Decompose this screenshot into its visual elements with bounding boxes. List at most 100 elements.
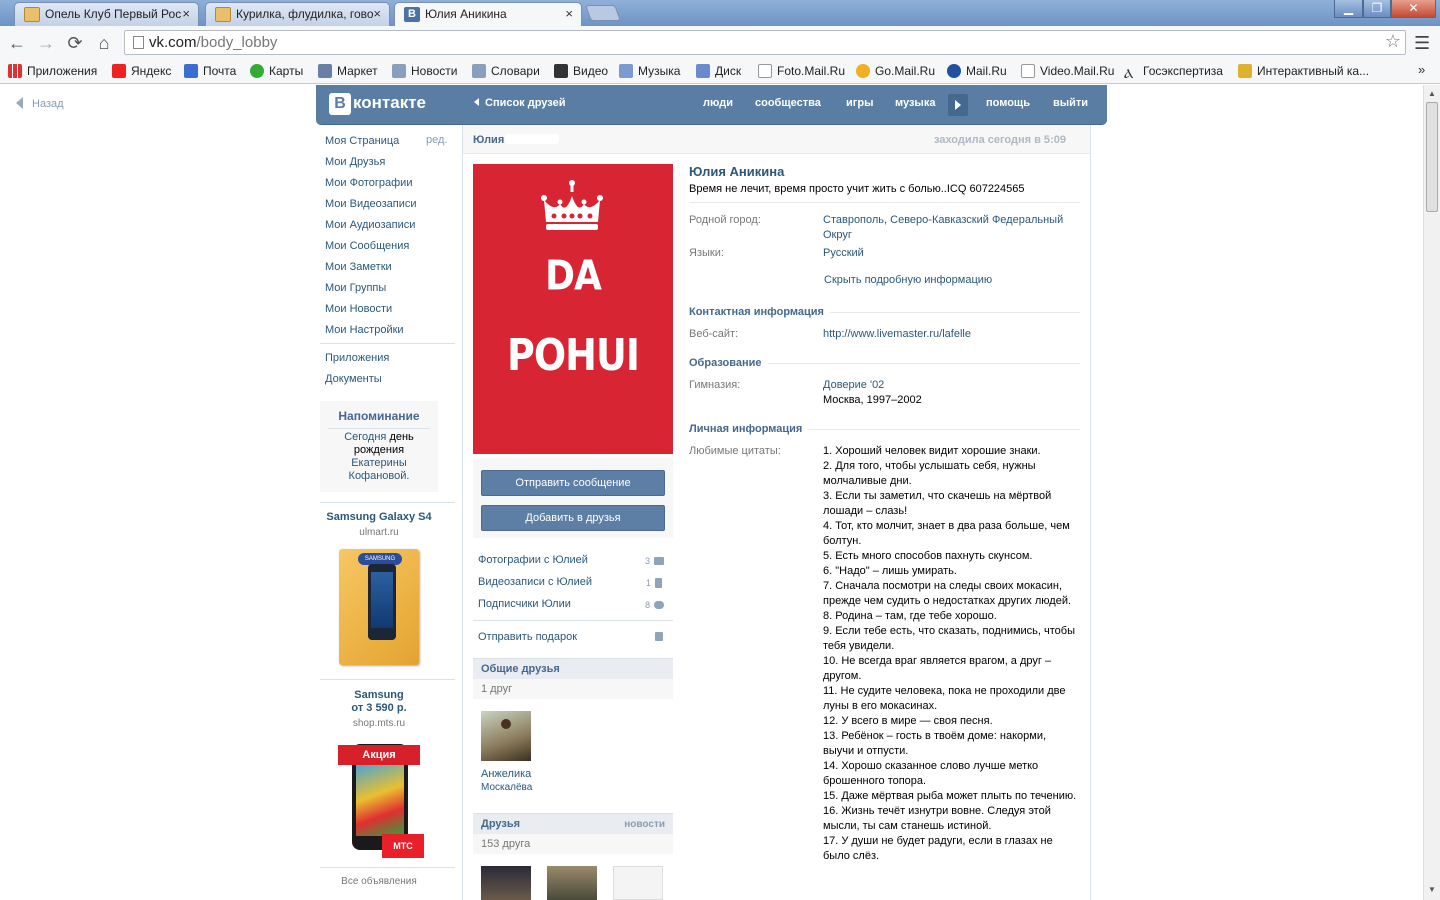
sidebar-item-groups[interactable]: Мои Группы bbox=[325, 282, 386, 294]
page-scrollbar[interactable]: ▲ ▼ bbox=[1423, 85, 1440, 900]
nav-games[interactable]: игры bbox=[846, 97, 873, 109]
nav-music[interactable]: музыка bbox=[895, 97, 935, 109]
back-link[interactable]: Назад bbox=[16, 97, 64, 110]
browser-menu-icon[interactable]: ☰ bbox=[1414, 33, 1430, 54]
videos-with-link[interactable]: Видеозаписи с Юлией bbox=[478, 576, 592, 588]
bookmark-apps[interactable]: Приложения bbox=[8, 62, 97, 80]
bookmark-go-mail[interactable]: Go.Mail.Ru bbox=[856, 62, 935, 80]
maximize-button[interactable]: ❐ bbox=[1363, 0, 1391, 18]
friend-thumbnail[interactable] bbox=[613, 866, 663, 900]
back-label: Назад bbox=[32, 98, 64, 110]
reload-icon[interactable]: ⟳ bbox=[64, 32, 86, 54]
bookmark-video-mail[interactable]: Video.Mail.Ru bbox=[1021, 62, 1114, 80]
sidebar-item-apps[interactable]: Приложения bbox=[325, 352, 389, 364]
sidebar-item-news[interactable]: Мои Новости bbox=[325, 303, 392, 315]
tab-kurilka[interactable]: Курилка, флудилка, гово × bbox=[205, 2, 390, 26]
edit-link[interactable]: ред. bbox=[426, 134, 447, 146]
bookmark-interaktivny[interactable]: Интерактивный ка... bbox=[1238, 62, 1369, 80]
sidebar-item-messages[interactable]: Мои Сообщения bbox=[325, 240, 409, 252]
bookmark-gosekspertiza[interactable]: Ⲁ Госэкспертиза bbox=[1124, 62, 1223, 81]
home-icon[interactable]: ⌂ bbox=[93, 32, 115, 54]
nav-communities[interactable]: сообщества bbox=[755, 97, 821, 109]
profile-status[interactable]: Время не лечит, время просто учит жить с… bbox=[689, 183, 1025, 195]
nav-logout[interactable]: выйти bbox=[1053, 97, 1088, 109]
sidebar-item-settings[interactable]: Мои Настройки bbox=[325, 324, 404, 336]
scroll-down-icon[interactable]: ▼ bbox=[1428, 885, 1436, 894]
photos-with-link[interactable]: Фотографии с Юлией bbox=[478, 554, 588, 566]
quote-item: 2. Для того, чтобы услышать себя, нужны … bbox=[823, 460, 1036, 487]
friends-news-link[interactable]: новости bbox=[624, 819, 665, 830]
minimize-button[interactable]: ▁ bbox=[1334, 0, 1363, 18]
bookmark-novosti[interactable]: Новости bbox=[392, 62, 457, 80]
address-bar[interactable]: vk.com/body_lobby ☆ bbox=[124, 30, 1406, 55]
forward-arrow-icon[interactable]: → bbox=[35, 32, 57, 54]
vk-logo[interactable]: Вконтакте bbox=[329, 93, 426, 115]
friend-avatar[interactable] bbox=[481, 711, 531, 761]
sidebar-item-notes[interactable]: Мои Заметки bbox=[325, 261, 392, 273]
friend-thumbnail[interactable] bbox=[547, 866, 597, 900]
ad-title[interactable]: Samsung Galaxy S4 bbox=[320, 511, 438, 524]
languages-value[interactable]: Русский bbox=[823, 246, 864, 261]
sidebar-item-photos[interactable]: Мои Фотографии bbox=[325, 177, 412, 189]
mutual-friends-header[interactable]: Общие друзья bbox=[473, 658, 673, 679]
friend-first-name[interactable]: Анжелика bbox=[481, 768, 531, 780]
bookmark-disk[interactable]: Диск bbox=[696, 62, 741, 80]
quote-item: 14. Хорошо сказанное слово лучше метко б… bbox=[823, 760, 1039, 787]
sidebar-item-videos[interactable]: Мои Видеозаписи bbox=[325, 198, 417, 210]
friend-last-name[interactable]: Москалёва bbox=[481, 782, 532, 793]
hide-details-link[interactable]: Скрыть подробную информацию bbox=[824, 273, 992, 288]
bookmark-muzyka[interactable]: Музыка bbox=[619, 62, 680, 80]
redacted-surname bbox=[505, 134, 559, 144]
nav-help[interactable]: помощь bbox=[986, 97, 1030, 109]
gymnasium-link[interactable]: Доверие '02 bbox=[823, 378, 884, 393]
bookmark-mail-ru[interactable]: Mail.Ru bbox=[947, 62, 1007, 80]
reminder-person-link[interactable]: Екатерины bbox=[351, 457, 407, 469]
sidebar-item-documents[interactable]: Документы bbox=[325, 373, 382, 385]
scroll-up-icon[interactable]: ▲ bbox=[1428, 89, 1436, 98]
friends-list-link[interactable]: Список друзей bbox=[474, 97, 565, 109]
bookmark-star-icon[interactable]: ☆ bbox=[1385, 31, 1401, 52]
new-tab-button[interactable] bbox=[585, 5, 621, 21]
bookmark-karty[interactable]: Карты bbox=[250, 62, 303, 80]
mutual-friends-title: Общие друзья bbox=[481, 663, 560, 675]
sidebar-item-audio[interactable]: Мои Аудиозаписи bbox=[325, 219, 415, 231]
bookmark-market[interactable]: Маркет bbox=[318, 62, 378, 80]
bookmark-slovari[interactable]: Словари bbox=[472, 62, 540, 80]
reminder-person-link-2[interactable]: Кофановой. bbox=[349, 470, 410, 482]
bookmark-foto-mail[interactable]: Foto.Mail.Ru bbox=[758, 62, 845, 80]
tab-vk-profile[interactable]: В Юлия Аникина × bbox=[394, 2, 582, 27]
send-message-button[interactable]: Отправить сообщение bbox=[481, 470, 665, 496]
bookmark-video[interactable]: Видео bbox=[554, 62, 608, 80]
url-text[interactable]: vk.com/body_lobby bbox=[149, 34, 277, 51]
back-arrow-icon[interactable]: ← bbox=[6, 32, 28, 54]
nav-people[interactable]: люди bbox=[703, 97, 733, 109]
nav-play-arrow-icon[interactable] bbox=[948, 94, 968, 116]
tab-close-icon[interactable]: × bbox=[182, 3, 190, 25]
ad-title[interactable]: Samsung bbox=[320, 689, 438, 702]
mail-icon bbox=[184, 64, 198, 78]
bookmark-yandex[interactable]: Яндекс bbox=[112, 62, 171, 80]
bookmark-label: Go.Mail.Ru bbox=[875, 64, 936, 78]
followers-link[interactable]: Подписчики Юлии bbox=[478, 598, 571, 610]
bookmarks-more-button[interactable]: » bbox=[1418, 62, 1425, 77]
left-triangle-icon bbox=[474, 98, 479, 106]
sidebar-item-my-page[interactable]: Моя Страница bbox=[325, 135, 399, 147]
bookmark-label: Foto.Mail.Ru bbox=[777, 64, 846, 78]
hometown-value[interactable]: Ставрополь, Северо-Кавказский Федеральны… bbox=[823, 213, 1063, 243]
send-gift-link[interactable]: Отправить подарок bbox=[478, 631, 577, 643]
website-link[interactable]: http://www.livemaster.ru/lafelle bbox=[823, 327, 971, 342]
all-ads-link[interactable]: Все объявления bbox=[320, 876, 438, 887]
scrollbar-thumb[interactable] bbox=[1426, 102, 1438, 212]
friend-thumbnail[interactable] bbox=[481, 866, 531, 900]
sidebar-item-friends[interactable]: Мои Друзья bbox=[325, 156, 385, 168]
tab-opel-club[interactable]: Опель Клуб Первый Рос × bbox=[14, 2, 199, 26]
tab-close-icon[interactable]: × bbox=[565, 3, 573, 25]
add-friend-button[interactable]: Добавить в друзья bbox=[481, 505, 665, 531]
ad-price[interactable]: от 3 590 р. bbox=[320, 702, 438, 715]
window-close-button[interactable]: ✕ bbox=[1391, 0, 1436, 18]
tab-close-icon[interactable]: × bbox=[373, 3, 381, 25]
reminder-today-link[interactable]: Сегодня bbox=[344, 431, 386, 443]
friends-header[interactable]: Друзья новости bbox=[473, 813, 673, 834]
gymnasium-city: Москва, 1997–2002 bbox=[823, 394, 922, 406]
bookmark-pochta[interactable]: Почта bbox=[184, 62, 236, 80]
